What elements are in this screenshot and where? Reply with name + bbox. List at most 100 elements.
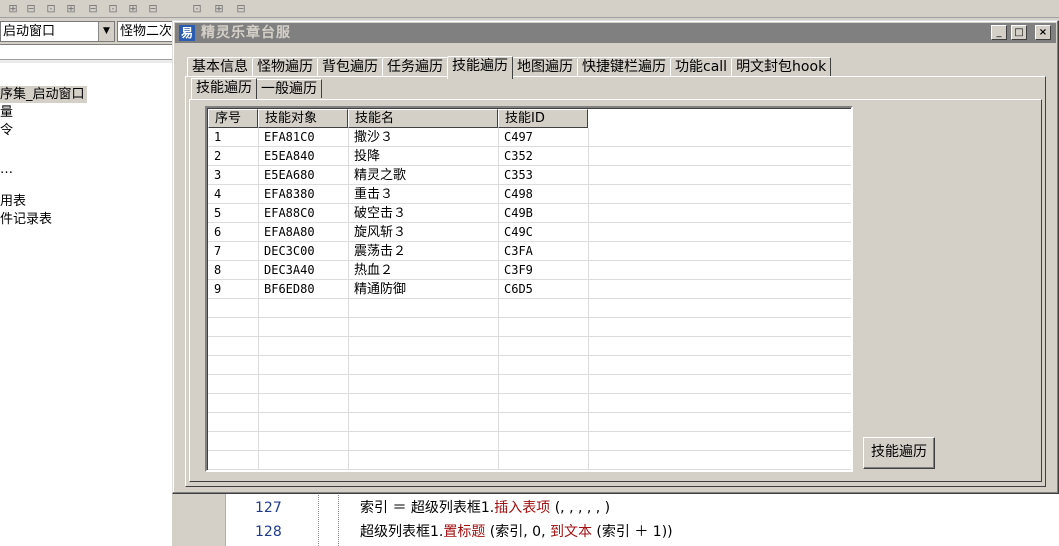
table-cell: E5EA840 [264,149,315,163]
table-cell: C6D5 [504,282,533,296]
tab-tasks[interactable]: 任务遍历 [382,57,448,77]
close-button[interactable]: × [1035,25,1051,40]
skill-list[interactable]: 序号 技能对象 技能名 技能ID 1 EFA81C0 撒沙３ C497 2 E5EA840… [205,106,853,472]
panel-divider [0,59,172,63]
table-cell: C3F9 [504,263,533,277]
table-cell: 重击３ [354,187,394,202]
toolbar-icon[interactable]: ⊟ [144,1,162,16]
tab-basic-info[interactable]: 基本信息 [187,57,253,77]
toolbar-icon[interactable]: ⊟ [22,1,40,16]
table-cell: EFA81C0 [264,130,315,144]
table-cell: 撒沙３ [354,130,394,145]
code-line[interactable]: 索引 ＝ 超级列表框1.插入表项 (, , , , , ) [360,498,610,518]
event-combo-value: 怪物二次 [120,24,173,39]
object-combo-value: 启动窗口 [3,24,56,39]
maximize-button[interactable]: □ [1011,25,1027,40]
column-header[interactable]: 技能ID [498,109,588,128]
line-number: 127 [255,500,282,516]
table-cell: 2 [214,149,222,163]
ide-toolbar: ⊞ ⊟ ⊡ ⊞ ⊟ ⊡ ⊞ ⊟ ⊡ ⊞ ⊟ [0,0,1059,18]
table-cell: DEC3A40 [264,263,315,277]
subtab-skill-traverse[interactable]: 技能遍历 [191,78,257,99]
table-cell: 4 [214,187,222,201]
tab-packet-hook[interactable]: 明文封包hook [731,57,832,77]
toolbar-icon[interactable]: ⊞ [210,1,228,16]
indent-guide [338,490,339,546]
tab-backpack[interactable]: 背包遍历 [317,57,383,77]
grid-line [208,374,851,375]
table-cell: C497 [504,130,533,144]
sub-tabs: 技能遍历 一般遍历 [191,78,322,99]
tree-item[interactable]: 量 [0,104,13,121]
toolbar-icon[interactable]: ⊟ [232,1,250,16]
tab-hotbar[interactable]: 快捷键栏遍历 [577,57,671,77]
grid-line [258,128,259,470]
table-cell: C49B [504,206,533,220]
column-header[interactable]: 技能名 [348,109,498,128]
line-number: 128 [255,524,282,540]
app-icon: 易 [179,25,195,41]
table-cell: C498 [504,187,533,201]
grid-line [588,128,589,470]
table-cell: 精灵之歌 [354,168,407,183]
table-cell: 9 [214,282,222,296]
table-cell: 热血２ [354,263,394,278]
code-line[interactable]: 超级列表框1.置标题 (索引, 0, 到文本 (索引 ＋ 1)) [360,522,673,542]
table-row[interactable]: 6 EFA8A80 旋风斩３ C49C [208,223,851,242]
grid-line [208,450,851,451]
table-cell: 3 [214,168,222,182]
toolbar-icon[interactable]: ⊟ [84,1,102,16]
app-window: 易 精灵乐章台服 _ □ × 基本信息 怪物遍历 背包遍历 任务遍历 技能遍历 地图遍历快… [172,20,1059,494]
minimize-button[interactable]: _ [991,25,1007,40]
toolbar-icon[interactable]: ⊡ [42,1,60,16]
chevron-down-icon[interactable]: ▼ [98,22,114,41]
table-cell: E5EA680 [264,168,315,182]
table-cell: EFA8380 [264,187,315,201]
toolbar-icon[interactable]: ⊡ [104,1,122,16]
tree-item[interactable]: 用表 [0,193,26,210]
table-row[interactable]: 8 DEC3A40 热血２ C3F9 [208,261,851,280]
project-tree: 序集_启动窗口 量 令 … 用表 件记录表 [0,44,172,546]
table-row[interactable]: 2 E5EA840 投降 C352 [208,147,851,166]
table-cell: BF6ED80 [264,282,315,296]
tab-maps[interactable]: 地图遍历 [512,57,578,77]
table-row[interactable]: 7 DEC3C00 震荡击２ C3FA [208,242,851,261]
code-gutter [194,490,226,546]
table-cell: C353 [504,168,533,182]
tree-item[interactable]: 令 [0,122,13,139]
table-row[interactable]: 1 EFA81C0 撒沙３ C497 [208,128,851,147]
table-row[interactable]: 5 EFA88C0 破空击３ C49B [208,204,851,223]
toolbar-icon[interactable]: ⊞ [4,1,22,16]
object-combo[interactable]: 启动窗口 ▼ [0,21,115,42]
table-row[interactable]: 9 BF6ED80 精通防御 C6D5 [208,280,851,299]
toolbar-icon[interactable]: ⊞ [124,1,142,16]
table-cell: 旋风斩３ [354,225,407,240]
table-row[interactable]: 3 E5EA680 精灵之歌 C353 [208,166,851,185]
tab-skills[interactable]: 技能遍历 [447,56,513,79]
table-cell: C3FA [504,244,533,258]
column-header[interactable]: 序号 [208,109,258,128]
table-cell: 6 [214,225,222,239]
table-cell: 8 [214,263,222,277]
indent-guide [318,490,319,546]
table-row[interactable]: 4 EFA8380 重击３ C498 [208,185,851,204]
table-cell: 投降 [354,149,381,164]
window-title: 精灵乐章台服 [201,25,291,41]
toolbar-icon[interactable]: ⊡ [188,1,206,16]
grid-line [208,336,851,337]
table-cell: C49C [504,225,533,239]
tab-monsters[interactable]: 怪物遍历 [252,57,318,77]
subtab-general-traverse[interactable]: 一般遍历 [256,79,322,98]
tab-function-call[interactable]: 功能call [670,57,733,77]
tree-item[interactable]: 件记录表 [0,211,52,228]
toolbar-icon[interactable]: ⊞ [62,1,80,16]
tree-item[interactable]: 序集_启动窗口 [0,86,87,103]
table-cell: C352 [504,149,533,163]
table-cell: DEC3C00 [264,244,315,258]
tree-item[interactable]: … [0,161,13,178]
title-bar[interactable]: 易 精灵乐章台服 _ □ × [175,23,1056,43]
table-cell: 1 [214,130,222,144]
skill-traverse-button[interactable]: 技能遍历 [863,437,935,469]
main-tabs: 基本信息 怪物遍历 背包遍历 任务遍历 技能遍历 地图遍历 快捷键栏遍历 功能call 明文封包… [187,55,832,79]
column-header[interactable]: 技能对象 [258,109,348,128]
